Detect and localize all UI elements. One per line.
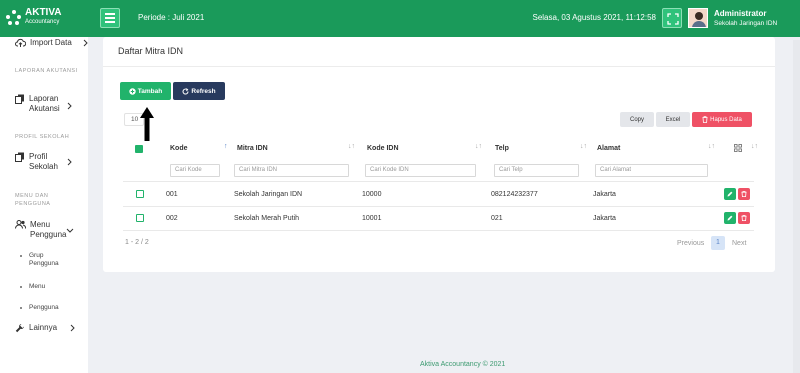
filter-kode-input[interactable]: Cari Kode — [170, 164, 220, 177]
page-title: Daftar Mitra IDN — [118, 46, 184, 56]
pencil-icon — [727, 191, 733, 197]
cell-alamat: Jakarta — [593, 215, 616, 222]
app-subtitle: Accountancy — [25, 19, 60, 25]
grid-icon[interactable] — [734, 144, 742, 152]
edit-button[interactable] — [724, 188, 736, 200]
sidebar-item-menu-pengguna[interactable]: Menu Pengguna — [15, 220, 66, 240]
page-scrollbar[interactable] — [793, 40, 800, 373]
avatar[interactable] — [688, 8, 708, 28]
wrench-icon — [15, 324, 24, 333]
fullscreen-button[interactable] — [662, 8, 682, 28]
chevron-right-icon — [67, 158, 72, 166]
cell-mitra: Sekolah Merah Putih — [234, 215, 299, 222]
footer-copyright: Aktiva Accountancy © 2021 — [420, 361, 506, 368]
sidebar-item-profil-sekolah[interactable]: Profil Sekolah — [15, 152, 58, 172]
table-info: 1 - 2 / 2 — [125, 239, 149, 246]
cell-telp: 021 — [491, 215, 503, 222]
sort-icon[interactable]: ↓↑ — [580, 143, 587, 150]
cell-kode-idn: 10001 — [362, 215, 382, 222]
sidebar-item-laporan-akutansi[interactable]: Laporan Akutansi — [15, 94, 60, 114]
hamburger-menu-button[interactable] — [100, 8, 120, 28]
sidebar-subitem-pengguna[interactable]: Pengguna — [20, 304, 59, 312]
cell-kode: 001 — [166, 191, 178, 198]
cell-kode-idn: 10000 — [362, 191, 382, 198]
pagination-next[interactable]: Next — [732, 240, 746, 247]
column-header-alamat[interactable]: Alamat — [597, 145, 620, 152]
chevron-down-icon — [66, 228, 74, 233]
copy-icon — [15, 94, 24, 104]
column-header-telp[interactable]: Telp — [495, 145, 509, 152]
cell-alamat: Jakarta — [593, 191, 616, 198]
divider — [123, 206, 754, 207]
add-button[interactable]: Tambah — [120, 82, 171, 100]
column-header-kode-idn[interactable]: Kode IDN — [367, 145, 399, 152]
chevron-right-icon — [67, 102, 72, 110]
cell-kode: 002 — [166, 215, 178, 222]
sort-icon[interactable]: ↓↑ — [708, 143, 715, 150]
delete-data-button[interactable]: Hapus Data — [692, 112, 752, 127]
row-checkbox[interactable] — [136, 214, 144, 222]
chevron-right-icon — [70, 324, 75, 332]
divider — [123, 181, 754, 182]
edit-button[interactable] — [724, 212, 736, 224]
user-school: Sekolah Jaringan IDN — [714, 20, 778, 27]
select-all-checkbox[interactable] — [135, 145, 143, 153]
periode-label: Periode : Juli 2021 — [138, 13, 205, 22]
sort-asc-icon[interactable]: ↑ — [224, 143, 228, 150]
pagination-current-page[interactable]: 1 — [711, 236, 725, 250]
section-profil: PROFIL SEKOLAH — [15, 134, 70, 140]
pencil-icon — [727, 215, 733, 221]
cell-telp: 082124232377 — [491, 191, 538, 198]
excel-button[interactable]: Excel — [656, 112, 690, 127]
mitra-card: Daftar Mitra IDN Tambah Refresh 10 Copy … — [103, 37, 775, 272]
delete-button[interactable] — [738, 188, 750, 200]
refresh-icon — [182, 87, 189, 95]
sidebar: Import Data LAPORAN AKUTANSI Laporan Akut… — [0, 37, 88, 373]
delete-button[interactable] — [738, 212, 750, 224]
cloud-upload-icon — [15, 38, 26, 47]
column-header-mitra[interactable]: Mitra IDN — [237, 145, 268, 152]
user-name[interactable]: Administrator — [714, 9, 766, 18]
sidebar-item-label: Import Data — [30, 38, 72, 47]
trash-icon — [741, 191, 747, 197]
divider — [103, 66, 775, 67]
users-icon — [15, 220, 26, 229]
logo-icon — [6, 9, 21, 25]
section-menu-pengguna: MENU DAN PENGGUNA — [15, 193, 51, 207]
trash-icon — [741, 215, 747, 221]
fullscreen-icon — [667, 13, 679, 25]
cell-mitra: Sekolah Jaringan IDN — [234, 191, 303, 198]
row-checkbox[interactable] — [136, 190, 144, 198]
app-name: AKTIVA — [25, 7, 62, 18]
copy-button[interactable]: Copy — [620, 112, 654, 127]
top-bar: AKTIVA Accountancy Periode : Juli 2021 S… — [0, 0, 800, 37]
divider — [123, 230, 754, 231]
sort-icon[interactable]: ↓↑ — [475, 143, 482, 150]
trash-icon — [702, 116, 708, 123]
section-laporan: LAPORAN AKUTANSI — [15, 68, 78, 74]
filter-telp-input[interactable]: Cari Telp — [494, 164, 579, 177]
sort-icon[interactable]: ↓↑ — [751, 143, 758, 150]
filter-mitra-input[interactable]: Cari Mitra IDN — [234, 164, 349, 177]
chevron-right-icon — [83, 39, 88, 47]
sort-icon[interactable]: ↓↑ — [348, 143, 355, 150]
copy-icon — [15, 152, 24, 162]
pagination-previous[interactable]: Previous — [677, 240, 704, 247]
datetime-label: Selasa, 03 Agustus 2021, 11:12:58 — [532, 13, 656, 22]
sidebar-item-import-data[interactable]: Import Data — [15, 38, 72, 48]
plus-circle-icon — [129, 87, 136, 95]
filter-alamat-input[interactable]: Cari Alamat — [595, 164, 708, 177]
sidebar-item-lainnya[interactable]: Lainnya — [15, 323, 57, 333]
arrow-up-icon — [140, 107, 154, 141]
sidebar-subitem-grup-pengguna[interactable]: Grup Pengguna — [20, 252, 59, 268]
column-header-kode[interactable]: Kode — [170, 145, 188, 152]
sidebar-subitem-menu[interactable]: Menu — [20, 283, 45, 291]
filter-kode-idn-input[interactable]: Cari Kode IDN — [365, 164, 476, 177]
logo[interactable]: AKTIVA Accountancy — [6, 8, 61, 26]
refresh-button[interactable]: Refresh — [173, 82, 225, 100]
